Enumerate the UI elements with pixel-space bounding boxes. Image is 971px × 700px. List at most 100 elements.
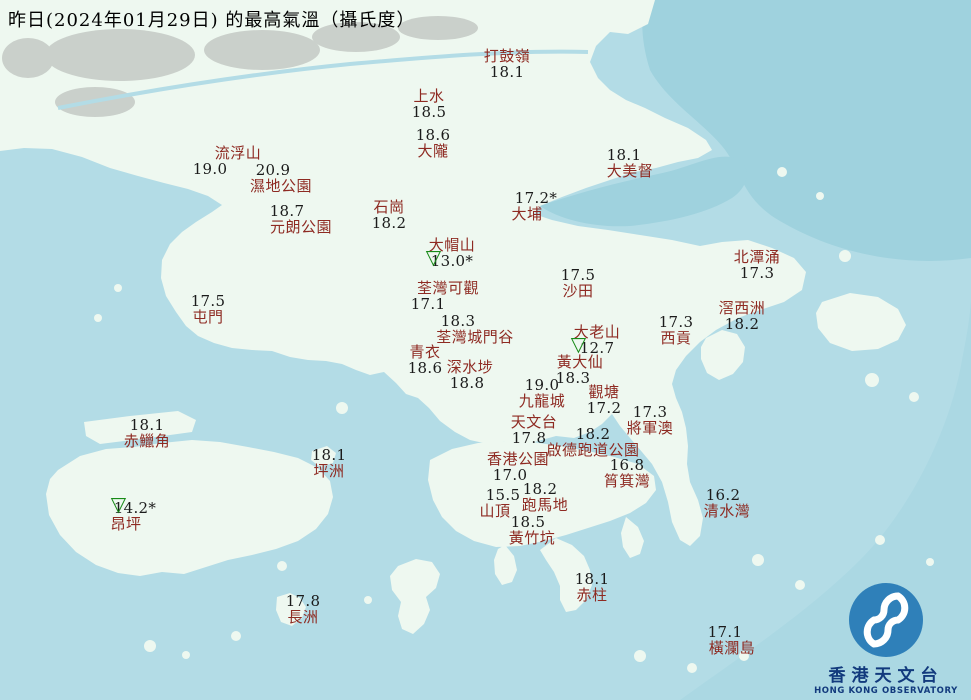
station-temperature: 18.1: [129, 416, 165, 434]
station-name: 橫瀾島: [708, 639, 756, 657]
station-temperature: 18.5: [510, 513, 546, 531]
station-label: 19.0 九龍城: [519, 377, 566, 409]
station-temperature: 18.2: [522, 480, 558, 498]
station-name: 赤鱲角: [123, 432, 171, 450]
station-label: 北潭涌 17.3: [734, 249, 781, 281]
observatory-logo-icon: [849, 583, 923, 657]
station-name: 筲箕灣: [603, 472, 651, 490]
observatory-name-en: HONG KONG OBSERVATORY: [814, 686, 958, 696]
station-label: 17.1 橫瀾島: [708, 624, 756, 657]
station-temperature: 17.5: [190, 292, 226, 310]
station-label: 18.2 跑馬地: [522, 481, 569, 513]
station-temperature: 17.5: [560, 266, 596, 284]
station-temperature: 19.0: [524, 376, 560, 394]
station-temperature: 18.1: [574, 570, 610, 588]
station-temperature: 17.3: [632, 403, 668, 421]
station-name: 黃竹坑: [508, 529, 556, 547]
station-label: 17.8 長洲: [286, 593, 321, 625]
station-temperature: 18.3: [440, 312, 476, 330]
min-temp-triangle-icon: ▽: [425, 245, 442, 269]
station-temperature: 16.8: [609, 456, 645, 474]
station-label: 大帽山 13.0* ▽: [425, 237, 476, 270]
station-temperature: 13.0* ▽: [425, 245, 474, 270]
station-name: 流浮山: [214, 144, 262, 162]
station-name: 香港公園: [486, 450, 550, 468]
station-name: 昂坪: [110, 515, 142, 533]
station-temperature: 15.5: [485, 486, 521, 504]
station-label: 18.5 黃竹坑: [509, 514, 556, 546]
min-temp-triangle-icon: ▽: [110, 492, 127, 516]
station-temperature: 17.8: [511, 429, 547, 447]
station-temperature: 17.2*: [514, 189, 558, 207]
station-name: 深水埗: [446, 358, 494, 376]
station-name: 上水: [413, 87, 445, 105]
station-label: 大老山 12.7 ▽: [570, 324, 621, 356]
station-temperature: 18.1: [311, 446, 347, 464]
station-name: 西貢: [660, 329, 692, 347]
station-label: 18.1 赤柱: [575, 571, 610, 603]
station-temperature: 18.5: [411, 103, 447, 121]
station-temperature: 19.0: [192, 160, 228, 178]
station-temperature: 18.6: [415, 126, 451, 144]
station-name: 元朗公園: [269, 218, 333, 236]
station-name: 大埔: [511, 205, 543, 223]
station-label: 17.2* 大埔: [506, 190, 556, 223]
station-label: 石崗 18.2: [372, 199, 407, 231]
station-temperature: 17.1: [707, 623, 743, 641]
station-label: 18.1 坪洲: [312, 447, 347, 479]
station-label: 16.8 筲箕灣: [604, 457, 651, 489]
station-label: 打鼓嶺 18.1: [484, 48, 531, 80]
station-name: 沙田: [562, 282, 594, 300]
station-name: 滘西洲: [718, 299, 766, 317]
station-label: 17.5 沙田: [561, 267, 596, 299]
station-temperature: 18.7: [269, 202, 305, 220]
station-temperature: 18.1: [489, 63, 525, 81]
observatory-name-zh: 香港天文台: [828, 666, 944, 686]
station-temperature: 17.1: [410, 295, 446, 313]
station-name: 荃灣可觀: [416, 279, 480, 297]
station-label: 荃灣可觀 17.1: [411, 279, 480, 312]
station-name: 長洲: [287, 608, 319, 626]
station-temperature: 14.2* ▽: [110, 492, 157, 517]
station-temperature: 17.3: [658, 313, 694, 331]
station-name: 北潭涌: [733, 248, 781, 266]
station-label: 17.3 西貢: [659, 314, 694, 346]
station-temperature: 17.3: [739, 264, 775, 282]
station-label: 香港公園 17.0: [487, 451, 549, 483]
station-name: 黃大仙: [556, 353, 604, 371]
station-name: 石崗: [373, 198, 405, 216]
station-name: 屯門: [192, 308, 224, 326]
station-label: 14.2* ▽ 昂坪: [105, 494, 155, 533]
station-temperature: 18.8: [449, 374, 485, 392]
station-temperature: 18.6: [407, 359, 443, 377]
station-temperature: 17.2: [586, 399, 622, 417]
station-label: 18.3 荃灣城門谷: [436, 313, 514, 345]
station-label: 滘西洲 18.2: [719, 300, 766, 332]
station-name: 坪洲: [313, 462, 345, 480]
station-label: 上水 18.5: [412, 88, 447, 120]
weather-map: 昨日(2024年01月29日) 的最高氣溫（攝氏度） 打鼓嶺 18.1 上水 18.5…: [0, 0, 971, 700]
station-label: 18.2 啟德跑道公園: [546, 426, 639, 458]
station-label: 18.1 大美督: [607, 147, 654, 179]
station-label: 深水埗 18.8: [447, 359, 494, 391]
station-name: 觀塘: [588, 383, 620, 401]
station-label: 17.5 屯門: [191, 293, 226, 325]
station-label: 20.9 濕地公園: [250, 162, 312, 194]
station-name: 跑馬地: [521, 496, 569, 514]
station-temperature: 20.9: [255, 161, 291, 179]
station-name: 荃灣城門谷: [436, 328, 514, 346]
station-temperature: 16.2: [705, 486, 741, 504]
station-label: 18.7 元朗公園: [270, 203, 332, 235]
station-temperature: 18.1: [606, 146, 642, 164]
station-name: 大美督: [606, 162, 654, 180]
station-temperature: 17.8: [285, 592, 321, 610]
station-name: 打鼓嶺: [483, 47, 531, 65]
min-temp-triangle-icon: ▽: [570, 332, 587, 356]
station-temperature: 18.2: [575, 425, 611, 443]
station-temperature: 18.2: [724, 315, 760, 333]
station-name: 青衣: [409, 343, 441, 361]
station-name: 九龍城: [518, 392, 566, 410]
station-name: 清水灣: [703, 502, 751, 520]
station-label: 16.2 清水灣: [704, 487, 751, 519]
station-label: 青衣 18.6: [408, 344, 443, 376]
